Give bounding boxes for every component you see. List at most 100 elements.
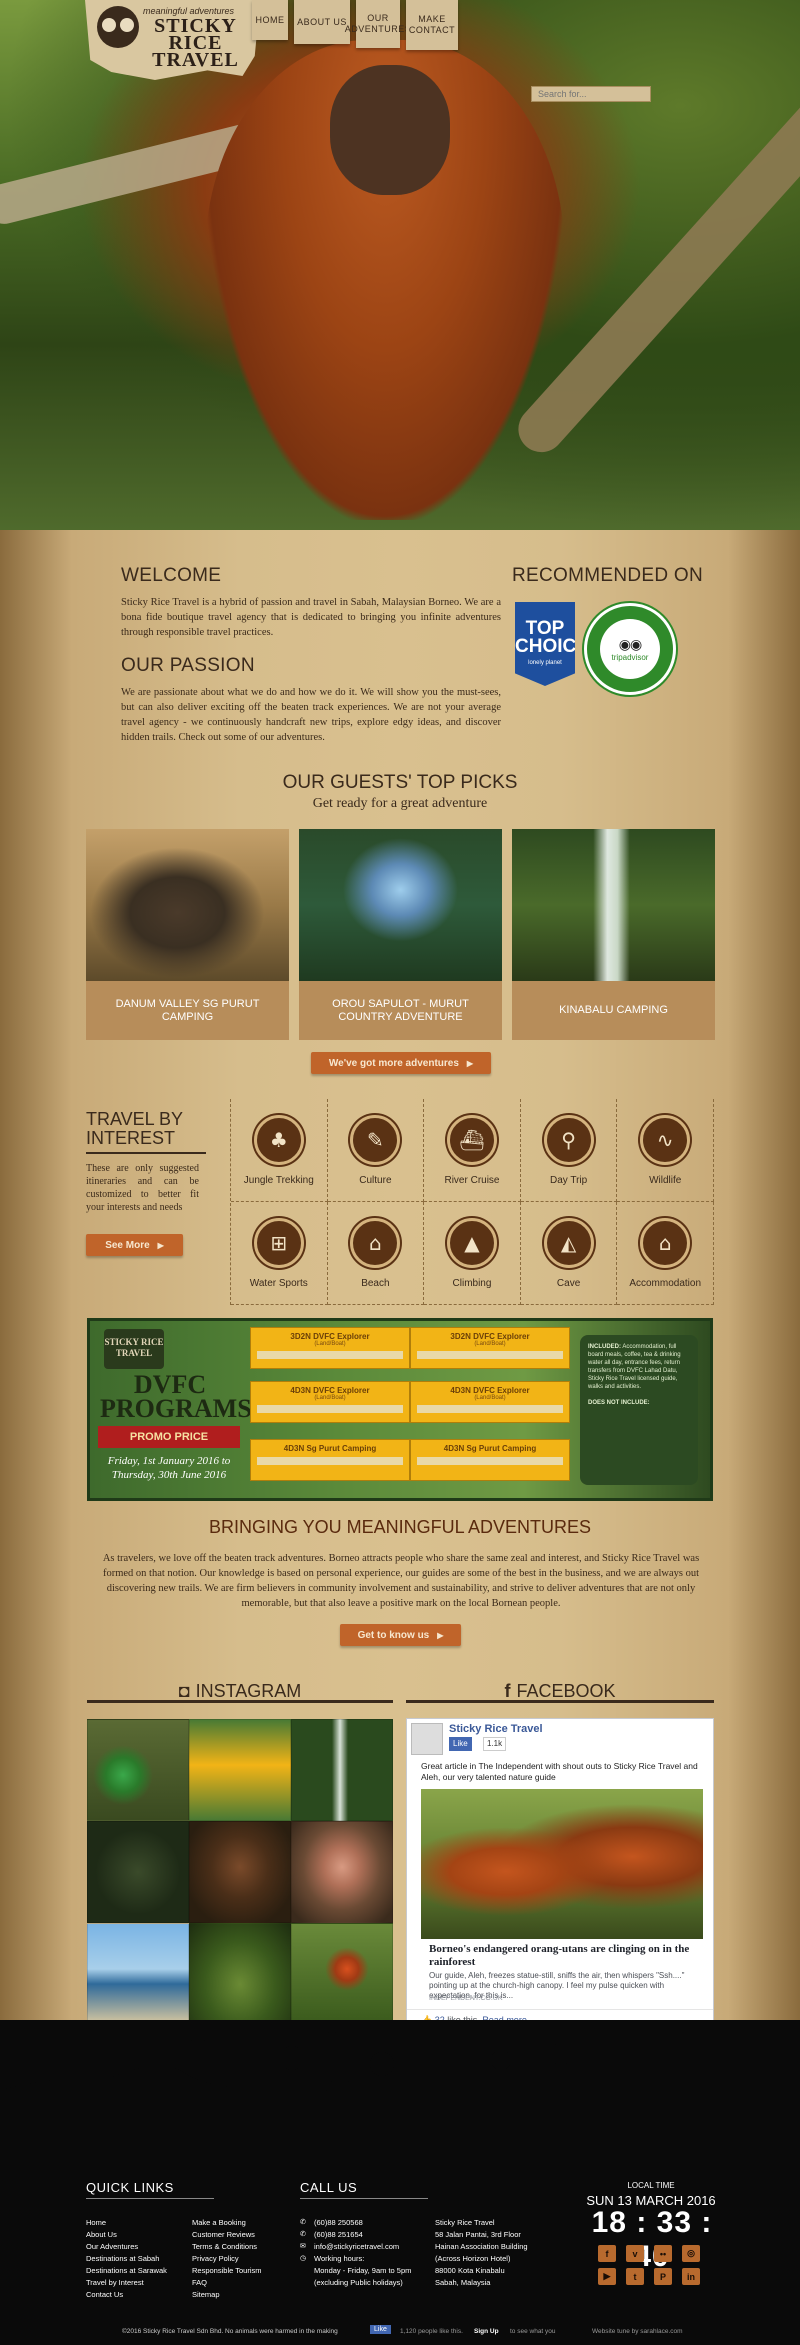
dvfc-promo-banner[interactable]: STICKY RICE TRAVEL DVFC PROGRAMS PROMO P…: [87, 1318, 713, 1501]
footer-link-contact-us[interactable]: Contact Us: [86, 2289, 167, 2301]
address-line: Sticky Rice Travel: [435, 2218, 495, 2227]
footer-link-sitemap[interactable]: Sitemap: [192, 2289, 261, 2301]
interest-label: Culture: [359, 1174, 392, 1186]
footer-link-destinations-sabah[interactable]: Destinations at Sabah: [86, 2253, 167, 2265]
tripadvisor-badge[interactable]: ◉◉ tripadvisor: [584, 603, 676, 695]
email-link[interactable]: info@stickyricetravel.com: [314, 2241, 399, 2253]
footer-link-terms[interactable]: Terms & Conditions: [192, 2241, 261, 2253]
boat-icon: ⛴: [446, 1114, 497, 1165]
recommended-section: RECOMMENDED ON: [512, 565, 712, 587]
promo-title: DVFC PROGRAMS: [100, 1370, 252, 1423]
get-to-know-us-button[interactable]: Get to know us ▶: [340, 1624, 461, 1646]
tripadvisor-owl-icon: ◉◉: [618, 636, 642, 652]
interest-accommodation[interactable]: ⌂ Accommodation: [617, 1202, 714, 1305]
interest-culture[interactable]: ✎ Culture: [327, 1099, 425, 1202]
hours: Monday - Friday, 9am to 5pm: [314, 2266, 412, 2275]
nav-home[interactable]: HOME: [252, 0, 288, 40]
linkedin-icon[interactable]: in: [682, 2268, 700, 2285]
youtube-icon[interactable]: ▶: [598, 2268, 616, 2285]
package-name: 4D3N DVFC Explorer: [290, 1386, 370, 1395]
interest-water-sports[interactable]: ⊞ Water Sports: [231, 1202, 328, 1305]
package-name: 4D3N Sg Purut Camping: [443, 1444, 537, 1453]
package-sub: (Land/Boat): [474, 1395, 506, 1401]
page-name[interactable]: Sticky Rice Travel: [449, 1723, 543, 1735]
phone-icon: ✆: [300, 2219, 306, 2226]
pick-card[interactable]: KINABALU CAMPING: [512, 829, 715, 1040]
local-time-label: LOCAL TIME: [627, 2181, 675, 2190]
search-input[interactable]: [531, 86, 651, 102]
quick-links-col1: Home About Us Our Adventures Destination…: [86, 2217, 167, 2301]
footer-link-home[interactable]: Home: [86, 2217, 167, 2229]
twitter-icon[interactable]: t: [626, 2268, 644, 2285]
package-price-bar: [417, 1457, 563, 1465]
pick-image-turtle: [86, 829, 289, 981]
pick-label: OROU SAPULOT - MURUT COUNTRY ADVENTURE: [299, 981, 502, 1040]
instagram-photo[interactable]: [87, 1821, 189, 1923]
interest-river-cruise[interactable]: ⛴ River Cruise: [424, 1099, 521, 1202]
site-logo[interactable]: meaningful adventures STICKY RICE TRAVEL: [85, 0, 260, 80]
page-avatar[interactable]: [411, 1723, 443, 1755]
interest-wildlife[interactable]: ∿ Wildlife: [617, 1099, 714, 1202]
interest-climbing[interactable]: ▲ Climbing: [424, 1202, 521, 1305]
footer-link-about-us[interactable]: About Us: [86, 2229, 167, 2241]
instagram-photo[interactable]: [189, 1719, 291, 1821]
footer-link-our-adventures[interactable]: Our Adventures: [86, 2241, 167, 2253]
fb-like-small-button[interactable]: Like: [370, 2325, 391, 2334]
interest-jungle-trekking[interactable]: ♣ Jungle Trekking: [231, 1099, 328, 1202]
interest-day-trip[interactable]: ⚲ Day Trip: [520, 1099, 618, 1202]
phone-1[interactable]: (60)88 250568: [314, 2217, 363, 2229]
lonely-planet-badge[interactable]: TOP CHOICE lonely planet: [515, 602, 575, 686]
address-line: 58 Jalan Pantai, 3rd Floor: [435, 2230, 521, 2239]
fb-signup-link[interactable]: Sign Up: [474, 2328, 499, 2335]
arrow-right-icon: ▶: [437, 1630, 444, 1640]
promo-logo: STICKY RICE TRAVEL: [104, 1329, 164, 1369]
promo-dates: Friday, 1st January 2016 to Thursday, 30…: [107, 1455, 231, 1481]
instagram-photo[interactable]: [189, 1821, 291, 1923]
arrow-right-icon: ▶: [157, 1240, 164, 1250]
footer-link-responsible-tourism[interactable]: Responsible Tourism: [192, 2265, 261, 2277]
fb-post-text: Great article in The Independent with sh…: [421, 1761, 698, 1782]
fb-like-button[interactable]: Like: [449, 1737, 472, 1751]
nav-make-contact[interactable]: MAKE CONTACT: [406, 0, 458, 50]
instagram-photo[interactable]: [87, 1719, 189, 1821]
fb-article-source: INDEPENDENT.CO.UK: [429, 1995, 503, 2002]
main-nav: HOME ABOUT US OUR ADVENTURES MAKE CONTAC…: [252, 0, 458, 50]
nav-our-adventures[interactable]: OUR ADVENTURES: [345, 0, 411, 48]
instagram-icon[interactable]: ◎: [682, 2245, 700, 2262]
more-adventures-button[interactable]: We've got more adventures ▶: [311, 1052, 491, 1074]
interest-beach[interactable]: ⌂ Beach: [327, 1202, 425, 1305]
package-name: 4D3N DVFC Explorer: [450, 1386, 530, 1395]
passion-text: We are passionate about what we do and h…: [121, 687, 501, 743]
footer-link-customer-reviews[interactable]: Customer Reviews: [192, 2229, 261, 2241]
pick-card[interactable]: DANUM VALLEY SG PURUT CAMPING: [86, 829, 289, 1040]
interest-label: Beach: [361, 1277, 390, 1289]
pick-image-jungle: [299, 829, 502, 981]
site-credit[interactable]: Website tune by sarahlace.com: [592, 2328, 683, 2335]
fb-like-text: 1,120 people like this.: [400, 2328, 463, 2335]
pinterest-icon[interactable]: P: [654, 2268, 672, 2285]
address-line: Hainan Association Building: [435, 2242, 528, 2251]
instagram-photo[interactable]: [291, 1719, 393, 1821]
instagram-photo[interactable]: [189, 1923, 291, 2025]
package-name: 4D3N Sg Purut Camping: [283, 1444, 377, 1453]
fb-post-photo[interactable]: [421, 1789, 703, 1939]
footer-link-privacy[interactable]: Privacy Policy: [192, 2253, 261, 2265]
footer-link-make-booking[interactable]: Make a Booking: [192, 2217, 261, 2229]
includes-text: Accommodation, full board meals, coffee,…: [588, 1344, 681, 1390]
fb-article-headline[interactable]: Borneo's endangered orang-utans are clin…: [429, 1943, 701, 1969]
instagram-photo[interactable]: [87, 1923, 189, 2025]
flickr-icon[interactable]: ••: [654, 2245, 672, 2262]
interest-cave[interactable]: ◭ Cave: [520, 1202, 618, 1305]
footer-link-travel-by-interest[interactable]: Travel by Interest: [86, 2277, 167, 2289]
facebook-icon: f: [504, 1681, 511, 1701]
vimeo-icon[interactable]: v: [626, 2245, 644, 2262]
footer-link-destinations-sarawak[interactable]: Destinations at Sarawak: [86, 2265, 167, 2277]
footer-link-faq[interactable]: FAQ: [192, 2277, 261, 2289]
phone-2[interactable]: (60)88 251654: [314, 2229, 363, 2241]
nav-about-us[interactable]: ABOUT US: [294, 0, 350, 44]
pick-card[interactable]: OROU SAPULOT - MURUT COUNTRY ADVENTURE: [299, 829, 502, 1040]
see-more-button[interactable]: See More ▶: [86, 1234, 183, 1256]
instagram-photo[interactable]: [291, 1821, 393, 1923]
instagram-photo[interactable]: [291, 1923, 393, 2025]
facebook-icon[interactable]: f: [598, 2245, 616, 2262]
